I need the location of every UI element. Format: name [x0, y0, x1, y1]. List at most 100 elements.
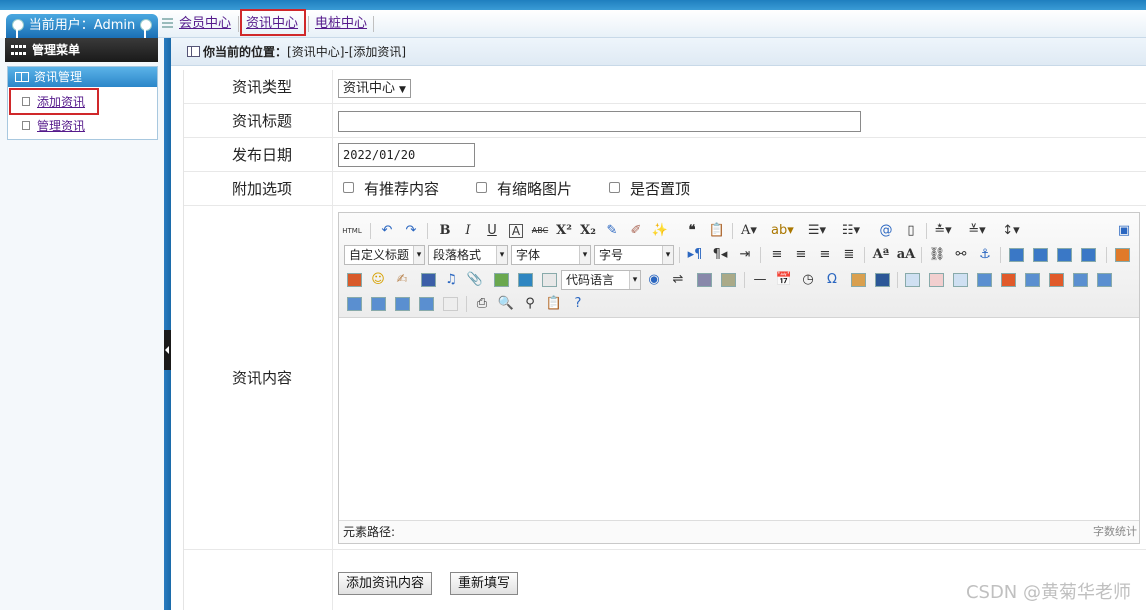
- chart-icon[interactable]: [443, 297, 458, 311]
- merge-right-icon[interactable]: [1097, 273, 1112, 287]
- code-language-select[interactable]: 代码语言: [561, 270, 641, 290]
- indent-icon[interactable]: ⇥: [735, 245, 755, 265]
- image-float-none-icon[interactable]: [1009, 248, 1024, 262]
- publish-date-input[interactable]: 2022/01/20: [338, 143, 475, 167]
- special-char-icon[interactable]: Ω: [822, 270, 842, 290]
- simple-upload-icon[interactable]: [1115, 248, 1130, 262]
- drafts-icon[interactable]: 📋: [544, 294, 564, 314]
- undo-icon[interactable]: ↶: [377, 221, 397, 241]
- option-thumbnail[interactable]: 有缩略图片: [476, 180, 572, 198]
- sidebar-item-label[interactable]: 管理资讯: [37, 117, 85, 135]
- option-recommend[interactable]: 有推荐内容: [343, 180, 439, 198]
- submit-news-button[interactable]: 添加资讯内容: [338, 572, 433, 595]
- italic-icon[interactable]: I: [458, 221, 478, 241]
- redo-icon[interactable]: ↷: [401, 221, 421, 241]
- auto-format-icon[interactable]: ✨: [650, 221, 670, 241]
- attachment-icon[interactable]: 📎: [465, 270, 485, 290]
- merge-down-icon[interactable]: [347, 297, 362, 311]
- insert-frame-icon[interactable]: [542, 273, 557, 287]
- font-border-icon[interactable]: A: [509, 224, 523, 238]
- insert-table-icon[interactable]: [905, 273, 920, 287]
- delete-row-icon[interactable]: [1001, 273, 1016, 287]
- line-height-icon[interactable]: ↕▾: [1001, 221, 1021, 241]
- image-center-icon[interactable]: [1081, 248, 1096, 262]
- align-justify-icon[interactable]: ≣: [839, 245, 859, 265]
- unordered-list-icon[interactable]: ☷▾: [841, 221, 861, 241]
- image-float-left-icon[interactable]: [1033, 248, 1048, 262]
- link-icon[interactable]: ⛓: [927, 245, 947, 265]
- delete-col-icon[interactable]: [1049, 273, 1064, 287]
- snap-screen-icon[interactable]: [851, 273, 866, 287]
- align-center-icon[interactable]: ≡: [791, 245, 811, 265]
- sidebar-item-manage-news[interactable]: 管理资讯: [20, 117, 150, 135]
- fullscreen-icon[interactable]: ▣: [1114, 221, 1134, 241]
- unlink-icon[interactable]: ⚯: [951, 245, 971, 265]
- reset-form-button[interactable]: 重新填写: [450, 572, 519, 595]
- news-type-select[interactable]: 资讯中心 ▼: [338, 79, 411, 98]
- checkbox[interactable]: [609, 182, 620, 193]
- collapse-sidebar-handle[interactable]: [164, 330, 171, 370]
- date-icon[interactable]: 📅: [774, 270, 794, 290]
- option-pin-top[interactable]: 是否置顶: [609, 180, 690, 198]
- emotion-icon[interactable]: ☺: [368, 270, 388, 290]
- time-icon[interactable]: ◷: [798, 270, 818, 290]
- google-map-icon[interactable]: [518, 273, 533, 287]
- web-app-icon[interactable]: ◉: [644, 270, 664, 290]
- blockquote-icon[interactable]: ❝: [682, 221, 702, 241]
- font-family-select[interactable]: 字体: [511, 245, 591, 265]
- background-icon[interactable]: [721, 273, 736, 287]
- insert-paragraph-before-table-icon[interactable]: [953, 273, 968, 287]
- map-icon[interactable]: [494, 273, 509, 287]
- highlight-color-icon[interactable]: ab▾: [771, 221, 794, 241]
- row-spacing-bottom-icon[interactable]: ≚▾: [967, 221, 987, 241]
- word-image-icon[interactable]: [875, 273, 890, 287]
- new-document-icon[interactable]: ▯: [901, 221, 921, 241]
- editor-content-area[interactable]: [339, 318, 1139, 520]
- news-title-input[interactable]: [338, 111, 861, 132]
- html-source-icon[interactable]: HTML: [342, 221, 362, 241]
- image-float-right-icon[interactable]: [1057, 248, 1072, 262]
- uppercase-icon[interactable]: Aª: [871, 245, 891, 265]
- checkbox[interactable]: [476, 182, 487, 193]
- ordered-list-icon[interactable]: ☰▾: [807, 221, 827, 241]
- tab-news-center[interactable]: 资讯中心: [246, 16, 298, 32]
- scrawl-icon[interactable]: ✍: [392, 270, 412, 290]
- format-brush-icon[interactable]: ✐: [626, 221, 646, 241]
- tab-charging-pile-center[interactable]: 电桩中心: [315, 16, 367, 32]
- horizontal-rule-icon[interactable]: —: [750, 270, 770, 290]
- print-icon[interactable]: ⎙: [472, 294, 492, 314]
- delete-table-icon[interactable]: [929, 273, 944, 287]
- row-spacing-top-icon[interactable]: ≛▾: [933, 221, 953, 241]
- link-at-icon[interactable]: @: [876, 221, 896, 241]
- preview-icon[interactable]: 🔍: [496, 294, 516, 314]
- help-icon[interactable]: ?: [568, 294, 588, 314]
- font-color-icon[interactable]: A▾: [739, 221, 759, 241]
- split-to-rows-icon[interactable]: [395, 297, 410, 311]
- lowercase-icon[interactable]: aA: [896, 245, 916, 265]
- eraser-icon[interactable]: ✎: [602, 221, 622, 241]
- custom-title-select[interactable]: 自定义标题: [344, 245, 425, 265]
- insert-row-icon[interactable]: [977, 273, 992, 287]
- merge-cells-icon[interactable]: [1073, 273, 1088, 287]
- superscript-icon[interactable]: X²: [554, 221, 574, 241]
- section-header[interactable]: 资讯管理: [8, 67, 157, 87]
- search-replace-icon[interactable]: ⚲: [520, 294, 540, 314]
- paste-plain-icon[interactable]: 📋: [707, 221, 727, 241]
- split-to-cells-icon[interactable]: [371, 297, 386, 311]
- insert-image-icon[interactable]: [347, 273, 362, 287]
- music-icon[interactable]: ♫: [441, 270, 461, 290]
- align-right-icon[interactable]: ≡: [815, 245, 835, 265]
- checkbox[interactable]: [343, 182, 354, 193]
- rtl-icon[interactable]: ¶◂: [710, 245, 730, 265]
- font-size-select[interactable]: 字号: [594, 245, 674, 265]
- ltr-icon[interactable]: ▸¶: [685, 245, 705, 265]
- insert-video-icon[interactable]: [421, 273, 436, 287]
- template-icon[interactable]: [697, 273, 712, 287]
- tab-member-center[interactable]: 会员中心: [179, 16, 231, 32]
- insert-col-icon[interactable]: [1025, 273, 1040, 287]
- split-to-cols-icon[interactable]: [419, 297, 434, 311]
- bold-icon[interactable]: B: [435, 221, 455, 241]
- paragraph-format-select[interactable]: 段落格式: [428, 245, 508, 265]
- underline-icon[interactable]: U: [482, 221, 502, 241]
- strikethrough-icon[interactable]: ABC: [530, 221, 550, 241]
